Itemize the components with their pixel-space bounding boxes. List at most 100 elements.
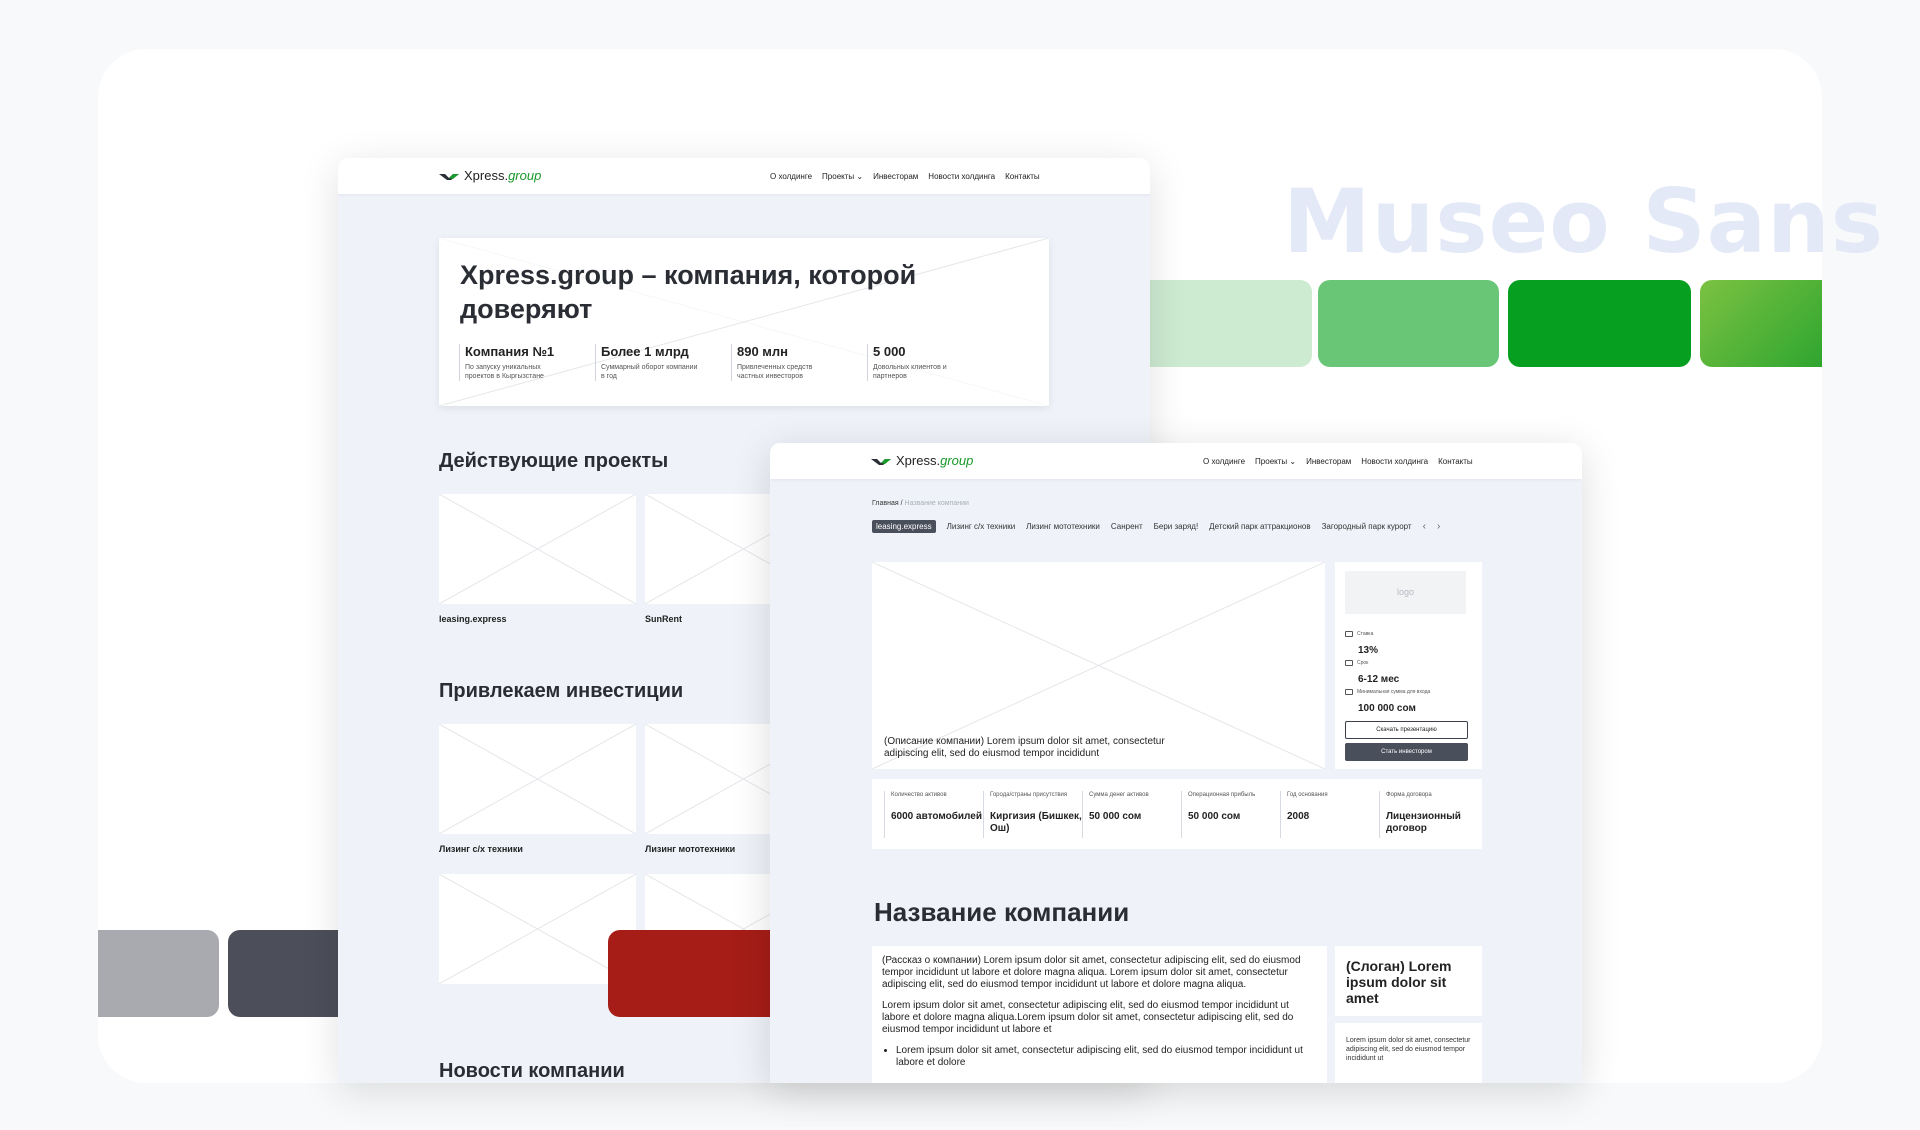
calendar-icon (1345, 659, 1353, 666)
story-bullet: Lorem ipsum dolor sit amet, consectetur … (896, 1045, 1317, 1069)
project-card-title[interactable]: SunRent (645, 614, 682, 624)
tab-item[interactable]: Детский парк аттракционов (1209, 522, 1310, 531)
brand-name: Xpress. (896, 453, 941, 468)
invest-card-image[interactable] (439, 724, 636, 834)
brand-logo[interactable]: Xpress. group (439, 168, 541, 183)
fact-item: Форма договора Лицензионный договор (1379, 791, 1478, 838)
rate-label: Ставка (1357, 630, 1374, 637)
swatch-gray-light (98, 930, 219, 1017)
stat-label: Привлеченных средств частных инвесторов (737, 364, 813, 380)
breadcrumb-home[interactable]: Главная (872, 500, 899, 507)
invest-sidebar: logo Ставка 13% Срок 6-12 мес Минимальна… (1335, 562, 1482, 769)
invest-card-title[interactable]: Лизинг с/х техники (439, 844, 523, 854)
stat-value: Компания №1 (465, 344, 555, 359)
become-investor-button[interactable]: Стать инвестором (1345, 743, 1468, 761)
stat-item: Более 1 млрд Суммарный оборот компании в … (595, 344, 731, 381)
fact-label: Города/страны присутствия (990, 792, 1068, 798)
min-amount-info: Минимальная сумма для входа 100 000 сом (1345, 683, 1475, 714)
term-label: Срок (1357, 659, 1369, 666)
breadcrumb-current: Название компании (904, 500, 969, 507)
invest-card-title[interactable]: Лизинг мототехники (645, 844, 735, 854)
section-title-invest: Привлекаем инвестиции (439, 680, 684, 702)
main-nav: О холдинге Проекты ⌄ Инвесторам Новости … (1203, 457, 1473, 466)
stat-value: 5 000 (873, 344, 906, 359)
slogan-text: Lorem ipsum dolor sit amet, consectetur … (1335, 1023, 1482, 1083)
tab-item[interactable]: Бери заряд! (1154, 522, 1199, 531)
hero-stats: Компания №1 По запуску уникальных проекто… (459, 344, 1003, 381)
swatch-red (608, 930, 788, 1017)
fact-label: Операционная прибыль (1188, 792, 1256, 798)
tab-item[interactable]: Лизинг мототехники (1026, 522, 1100, 531)
brand-suffix: group (508, 168, 542, 183)
nav-projects[interactable]: Проекты ⌄ (1255, 457, 1296, 466)
breadcrumb: Главная / Название компании (872, 500, 969, 507)
stat-label: Суммарный оборот компании в год (601, 364, 698, 380)
fact-item: Количество активов 6000 автомобилей (884, 791, 983, 838)
project-card-image[interactable] (439, 494, 636, 604)
fact-label: Год основания (1287, 792, 1328, 798)
nav-contacts[interactable]: Контакты (1438, 457, 1473, 466)
stat-item: 890 млн Привлеченных средств частных инве… (731, 344, 867, 381)
stat-item: 5 000 Довольных клиентов и партнеров (867, 344, 1003, 381)
company-story: (Рассказ о компании) Lorem ipsum dolor s… (872, 946, 1327, 1083)
stat-item: Компания №1 По запуску уникальных проекто… (459, 344, 595, 381)
min-amount-label: Минимальная сумма для входа (1357, 688, 1431, 695)
tab-item[interactable]: Лизинг с/х техники (947, 522, 1016, 531)
nav-about[interactable]: О холдинге (1203, 457, 1245, 466)
money-icon (1345, 688, 1353, 695)
hero-block: Xpress.group – компания, которой доверяю… (439, 238, 1049, 406)
nav-about[interactable]: О холдинге (770, 172, 812, 181)
story-paragraph: (Рассказ о компании) Lorem ipsum dolor s… (882, 955, 1301, 990)
logo-mark-icon (871, 458, 891, 465)
story-paragraph: Lorem ipsum dolor sit amet, consectetur … (882, 1000, 1294, 1035)
chevron-left-icon[interactable]: ‹ (1423, 521, 1426, 532)
stat-label: По запуску уникальных проектов в Кыргызс… (465, 364, 544, 380)
fact-value: Лицензионный договор (1386, 811, 1461, 834)
project-card-title[interactable]: leasing.express (439, 614, 507, 624)
rate-info: Ставка 13% (1345, 625, 1475, 656)
company-media: (Описание компании) Lorem ipsum dolor si… (872, 562, 1325, 769)
swatch-green-light (1145, 280, 1312, 367)
fact-item: Города/страны присутствия Киргизия (Бишке… (983, 791, 1082, 838)
fact-value: 6000 автомобилей (891, 811, 982, 822)
logo-mark-icon (439, 173, 459, 180)
tab-active[interactable]: leasing.express (872, 520, 936, 533)
stat-value: Более 1 млрд (601, 344, 689, 359)
company-page-mockup: Xpress. group О холдинге Проекты ⌄ Инвест… (770, 443, 1582, 1083)
company-slogan: (Слоган) Lorem ipsum dolor sit amet (1335, 946, 1482, 1016)
company-description: (Описание компании) Lorem ipsum dolor si… (884, 736, 1165, 759)
term-info: Срок 6-12 мес (1345, 654, 1475, 685)
fact-value: Киргизия (Бишкек, Ош) (990, 811, 1082, 834)
nav-projects[interactable]: Проекты ⌄ (822, 172, 863, 181)
nav-news[interactable]: Новости холдинга (1361, 457, 1428, 466)
nav-news[interactable]: Новости холдинга (928, 172, 995, 181)
fact-item: Сумма денег активов 50 000 сом (1082, 791, 1181, 838)
fact-value: 2008 (1287, 811, 1310, 822)
hero-title: Xpress.group – компания, которой доверяю… (460, 260, 917, 324)
stat-label: Довольных клиентов и партнеров (873, 364, 947, 380)
company-logo-placeholder: logo (1345, 571, 1466, 614)
fact-value: 50 000 сом (1089, 811, 1142, 822)
tab-item[interactable]: Санрент (1111, 522, 1143, 531)
nav-investors[interactable]: Инвесторам (1306, 457, 1351, 466)
invest-card-image[interactable] (439, 874, 636, 984)
nav-contacts[interactable]: Контакты (1005, 172, 1040, 181)
image-placeholder-icon (439, 724, 636, 834)
main-nav: О холдинге Проекты ⌄ Инвесторам Новости … (770, 172, 1040, 181)
chevron-right-icon[interactable]: › (1437, 521, 1440, 532)
brand-suffix: group (940, 453, 974, 468)
brand-logo[interactable]: Xpress. group (871, 453, 973, 468)
nav-investors[interactable]: Инвесторам (873, 172, 918, 181)
swatch-green-medium (1318, 280, 1499, 367)
nav-projects-label: Проекты (1255, 457, 1288, 466)
fact-item: Год основания 2008 (1280, 791, 1379, 838)
section-title-projects: Действующие проекты (439, 450, 669, 472)
percent-icon (1345, 630, 1353, 637)
tab-item[interactable]: Загородный парк курорт (1322, 522, 1412, 531)
section-title-news: Новости компании (439, 1060, 625, 1082)
header: Xpress. group О холдинге Проекты ⌄ Инвест… (770, 443, 1582, 479)
fact-label: Количество активов (891, 792, 947, 798)
min-amount-value: 100 000 сом (1358, 703, 1416, 714)
font-name-title: Museo Sans (1283, 170, 1885, 273)
download-presentation-button[interactable]: Скачать презентацию (1345, 721, 1468, 739)
